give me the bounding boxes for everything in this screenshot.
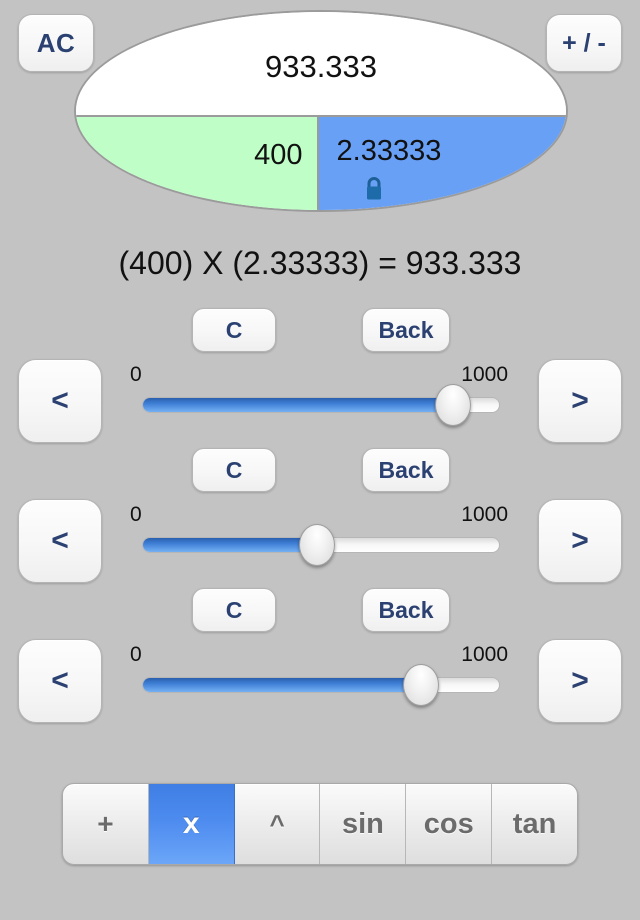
operator-label-plus: + — [97, 808, 114, 839]
result-value: 933.333 — [264, 49, 378, 85]
slider-fill-1 — [143, 398, 453, 412]
slider-min-label-3: 0 — [130, 643, 142, 666]
clear-back-row-2: C Back — [0, 448, 640, 492]
clear-back-row-3: C Back — [0, 588, 640, 632]
operand-b-pane[interactable]: 2.33333 — [318, 114, 566, 210]
operand-b-value: 2.33333 — [336, 134, 442, 167]
slider-wrapper-1: 0 1000 — [130, 359, 512, 443]
increment-button-1[interactable]: > — [538, 359, 622, 443]
slider-thumb-1[interactable] — [434, 384, 471, 426]
equation-line: (400) X (2.33333) = 933.333 — [118, 245, 522, 281]
clear-label-1: C — [225, 316, 243, 343]
clear-button-2[interactable]: C — [192, 448, 276, 492]
slider-fill-3 — [143, 678, 421, 692]
back-label-3: Back — [378, 596, 434, 623]
operator-label-cos: cos — [423, 807, 474, 840]
operator-segment-power[interactable]: ^ — [235, 784, 321, 864]
slider-min-label-2: 0 — [130, 503, 142, 526]
back-button-1[interactable]: Back — [362, 308, 450, 352]
operator-segment-multiply[interactable]: x — [148, 784, 235, 864]
clear-button-3[interactable]: C — [192, 588, 276, 632]
chevron-right-icon: > — [571, 664, 589, 697]
operator-segmented-control[interactable]: + x ^ sin cos tan — [62, 783, 578, 865]
decrement-button-1[interactable]: < — [18, 359, 102, 443]
chevron-right-icon: > — [571, 384, 589, 417]
slider-row-3: < 0 1000 > — [0, 639, 640, 723]
chevron-left-icon: < — [51, 384, 69, 417]
clear-label-3: C — [225, 596, 243, 623]
slider-thumb-3[interactable] — [402, 664, 439, 706]
chevron-left-icon: < — [51, 664, 69, 697]
operator-label-power: ^ — [269, 808, 285, 839]
clear-back-row-1: C Back — [0, 308, 640, 352]
slider-track-3[interactable] — [142, 664, 500, 706]
back-label-1: Back — [378, 316, 434, 343]
increment-button-2[interactable]: > — [538, 499, 622, 583]
slider-wrapper-2: 0 1000 — [130, 499, 512, 583]
all-clear-label: AC — [36, 27, 76, 58]
operator-segment-tan[interactable]: tan — [492, 784, 577, 864]
result-pane: 933.333 — [76, 12, 566, 115]
operator-label-multiply: x — [182, 807, 200, 840]
operand-a-value: 400 — [254, 138, 303, 171]
back-button-2[interactable]: Back — [362, 448, 450, 492]
operator-label-tan: tan — [512, 807, 557, 840]
slider-fill-2 — [143, 538, 318, 552]
operand-a-pane[interactable]: 400 — [76, 114, 319, 210]
operator-label-sin: sin — [341, 807, 384, 840]
decrement-button-2[interactable]: < — [18, 499, 102, 583]
slider-row-2: < 0 1000 > — [0, 499, 640, 583]
slider-track-1[interactable] — [142, 384, 500, 426]
operand-row: 400 2.33333 — [76, 114, 566, 210]
lock-closed-icon[interactable] — [363, 176, 385, 207]
slider-wrapper-3: 0 1000 — [130, 639, 512, 723]
slider-track-2[interactable] — [142, 524, 500, 566]
increment-button-3[interactable]: > — [538, 639, 622, 723]
slider-min-label-1: 0 — [130, 363, 142, 386]
slider-max-label-3: 1000 — [461, 643, 508, 666]
clear-label-2: C — [225, 456, 243, 483]
decrement-button-3[interactable]: < — [18, 639, 102, 723]
back-button-3[interactable]: Back — [362, 588, 450, 632]
slider-thumb-2[interactable] — [299, 524, 336, 566]
sign-toggle-label: + / - — [562, 28, 606, 57]
slider-max-label-2: 1000 — [461, 503, 508, 526]
slider-row-1: < 0 1000 > — [0, 359, 640, 443]
operator-segment-cos[interactable]: cos — [406, 784, 493, 864]
operator-segment-sin[interactable]: sin — [320, 784, 407, 864]
chevron-right-icon: > — [571, 524, 589, 557]
chevron-left-icon: < — [51, 524, 69, 557]
operator-segment-plus[interactable]: + — [63, 784, 149, 864]
slider-max-label-1: 1000 — [461, 363, 508, 386]
back-label-2: Back — [378, 456, 434, 483]
clear-button-1[interactable]: C — [192, 308, 276, 352]
display-ellipse: 933.333 400 2.33333 — [74, 10, 568, 212]
